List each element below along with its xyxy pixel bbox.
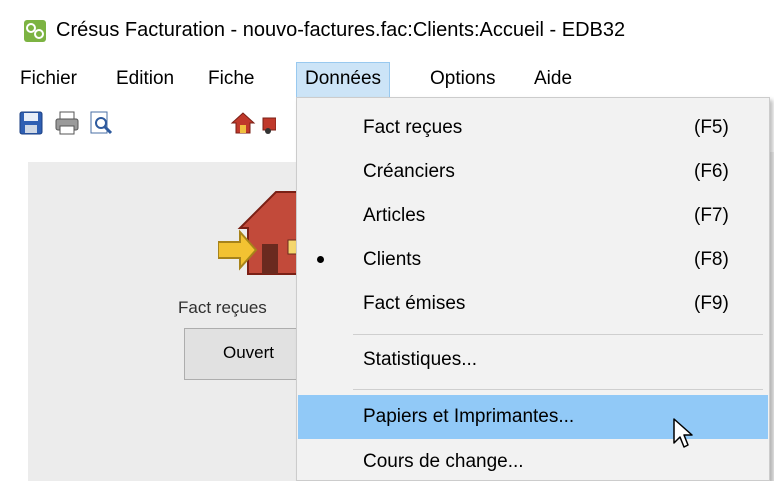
mouse-cursor-icon	[672, 417, 696, 451]
menu-bar: Fichier Edition Fiche Données Options Ai…	[0, 62, 774, 98]
checked-bullet-icon	[317, 256, 324, 263]
menu-item-papiers-imprimantes[interactable]: Papiers et Imprimantes...	[298, 395, 768, 439]
menu-item-creanciers[interactable]: Créanciers (F6)	[298, 150, 768, 194]
menu-fiche[interactable]: Fiche	[200, 62, 262, 98]
home-icon[interactable]	[230, 110, 256, 136]
truck-icon[interactable]	[262, 110, 277, 136]
title-bar: Crésus Facturation - nouvo-factures.fac:…	[0, 0, 774, 62]
menu-item-shortcut: (F6)	[694, 161, 729, 182]
menu-item-shortcut: (F7)	[694, 205, 729, 226]
menu-item-label: Fact émises	[363, 293, 466, 314]
menu-separator	[353, 389, 763, 390]
menu-edition[interactable]: Edition	[108, 62, 182, 98]
menu-options[interactable]: Options	[422, 62, 503, 98]
menu-item-label: Statistiques...	[363, 349, 478, 370]
menu-item-shortcut: (F9)	[694, 293, 729, 314]
menu-item-fact-emises[interactable]: Fact émises (F9)	[298, 282, 768, 326]
window-title: Crésus Facturation - nouvo-factures.fac:…	[56, 19, 626, 41]
menu-item-label: Cours de change...	[363, 451, 524, 472]
menu-item-shortcut: (F5)	[694, 117, 729, 138]
menu-item-statistiques[interactable]: Statistiques...	[298, 338, 768, 382]
menu-item-articles[interactable]: Articles (F7)	[298, 194, 768, 238]
panel-label: Fact reçues	[178, 298, 267, 317]
print-preview-icon[interactable]	[88, 110, 114, 136]
menu-item-cours-de-change[interactable]: Cours de change...	[298, 440, 768, 481]
menu-item-label: Fact reçues	[363, 117, 463, 138]
menu-item-label: Articles	[363, 205, 426, 226]
menu-item-label: Créanciers	[363, 161, 455, 182]
menu-item-label: Clients	[363, 249, 422, 270]
menu-item-label: Papiers et Imprimantes...	[363, 406, 575, 427]
cresus-app-icon	[24, 20, 46, 42]
menu-item-shortcut: (F8)	[694, 249, 729, 270]
menu-donnees[interactable]: Données	[296, 62, 391, 98]
menu-aide[interactable]: Aide	[526, 62, 580, 98]
home-panel: Fact reçues Ouvert	[28, 162, 344, 481]
save-icon[interactable]	[18, 110, 44, 136]
donnees-dropdown-menu: Fact reçues (F5) Créanciers (F6) Article…	[296, 97, 770, 481]
menu-item-clients[interactable]: Clients (F8)	[298, 238, 768, 282]
menu-item-fact-recues[interactable]: Fact reçues (F5)	[298, 106, 768, 150]
menu-separator	[353, 334, 763, 335]
menu-fichier[interactable]: Fichier	[12, 62, 85, 98]
print-icon[interactable]	[54, 110, 80, 136]
